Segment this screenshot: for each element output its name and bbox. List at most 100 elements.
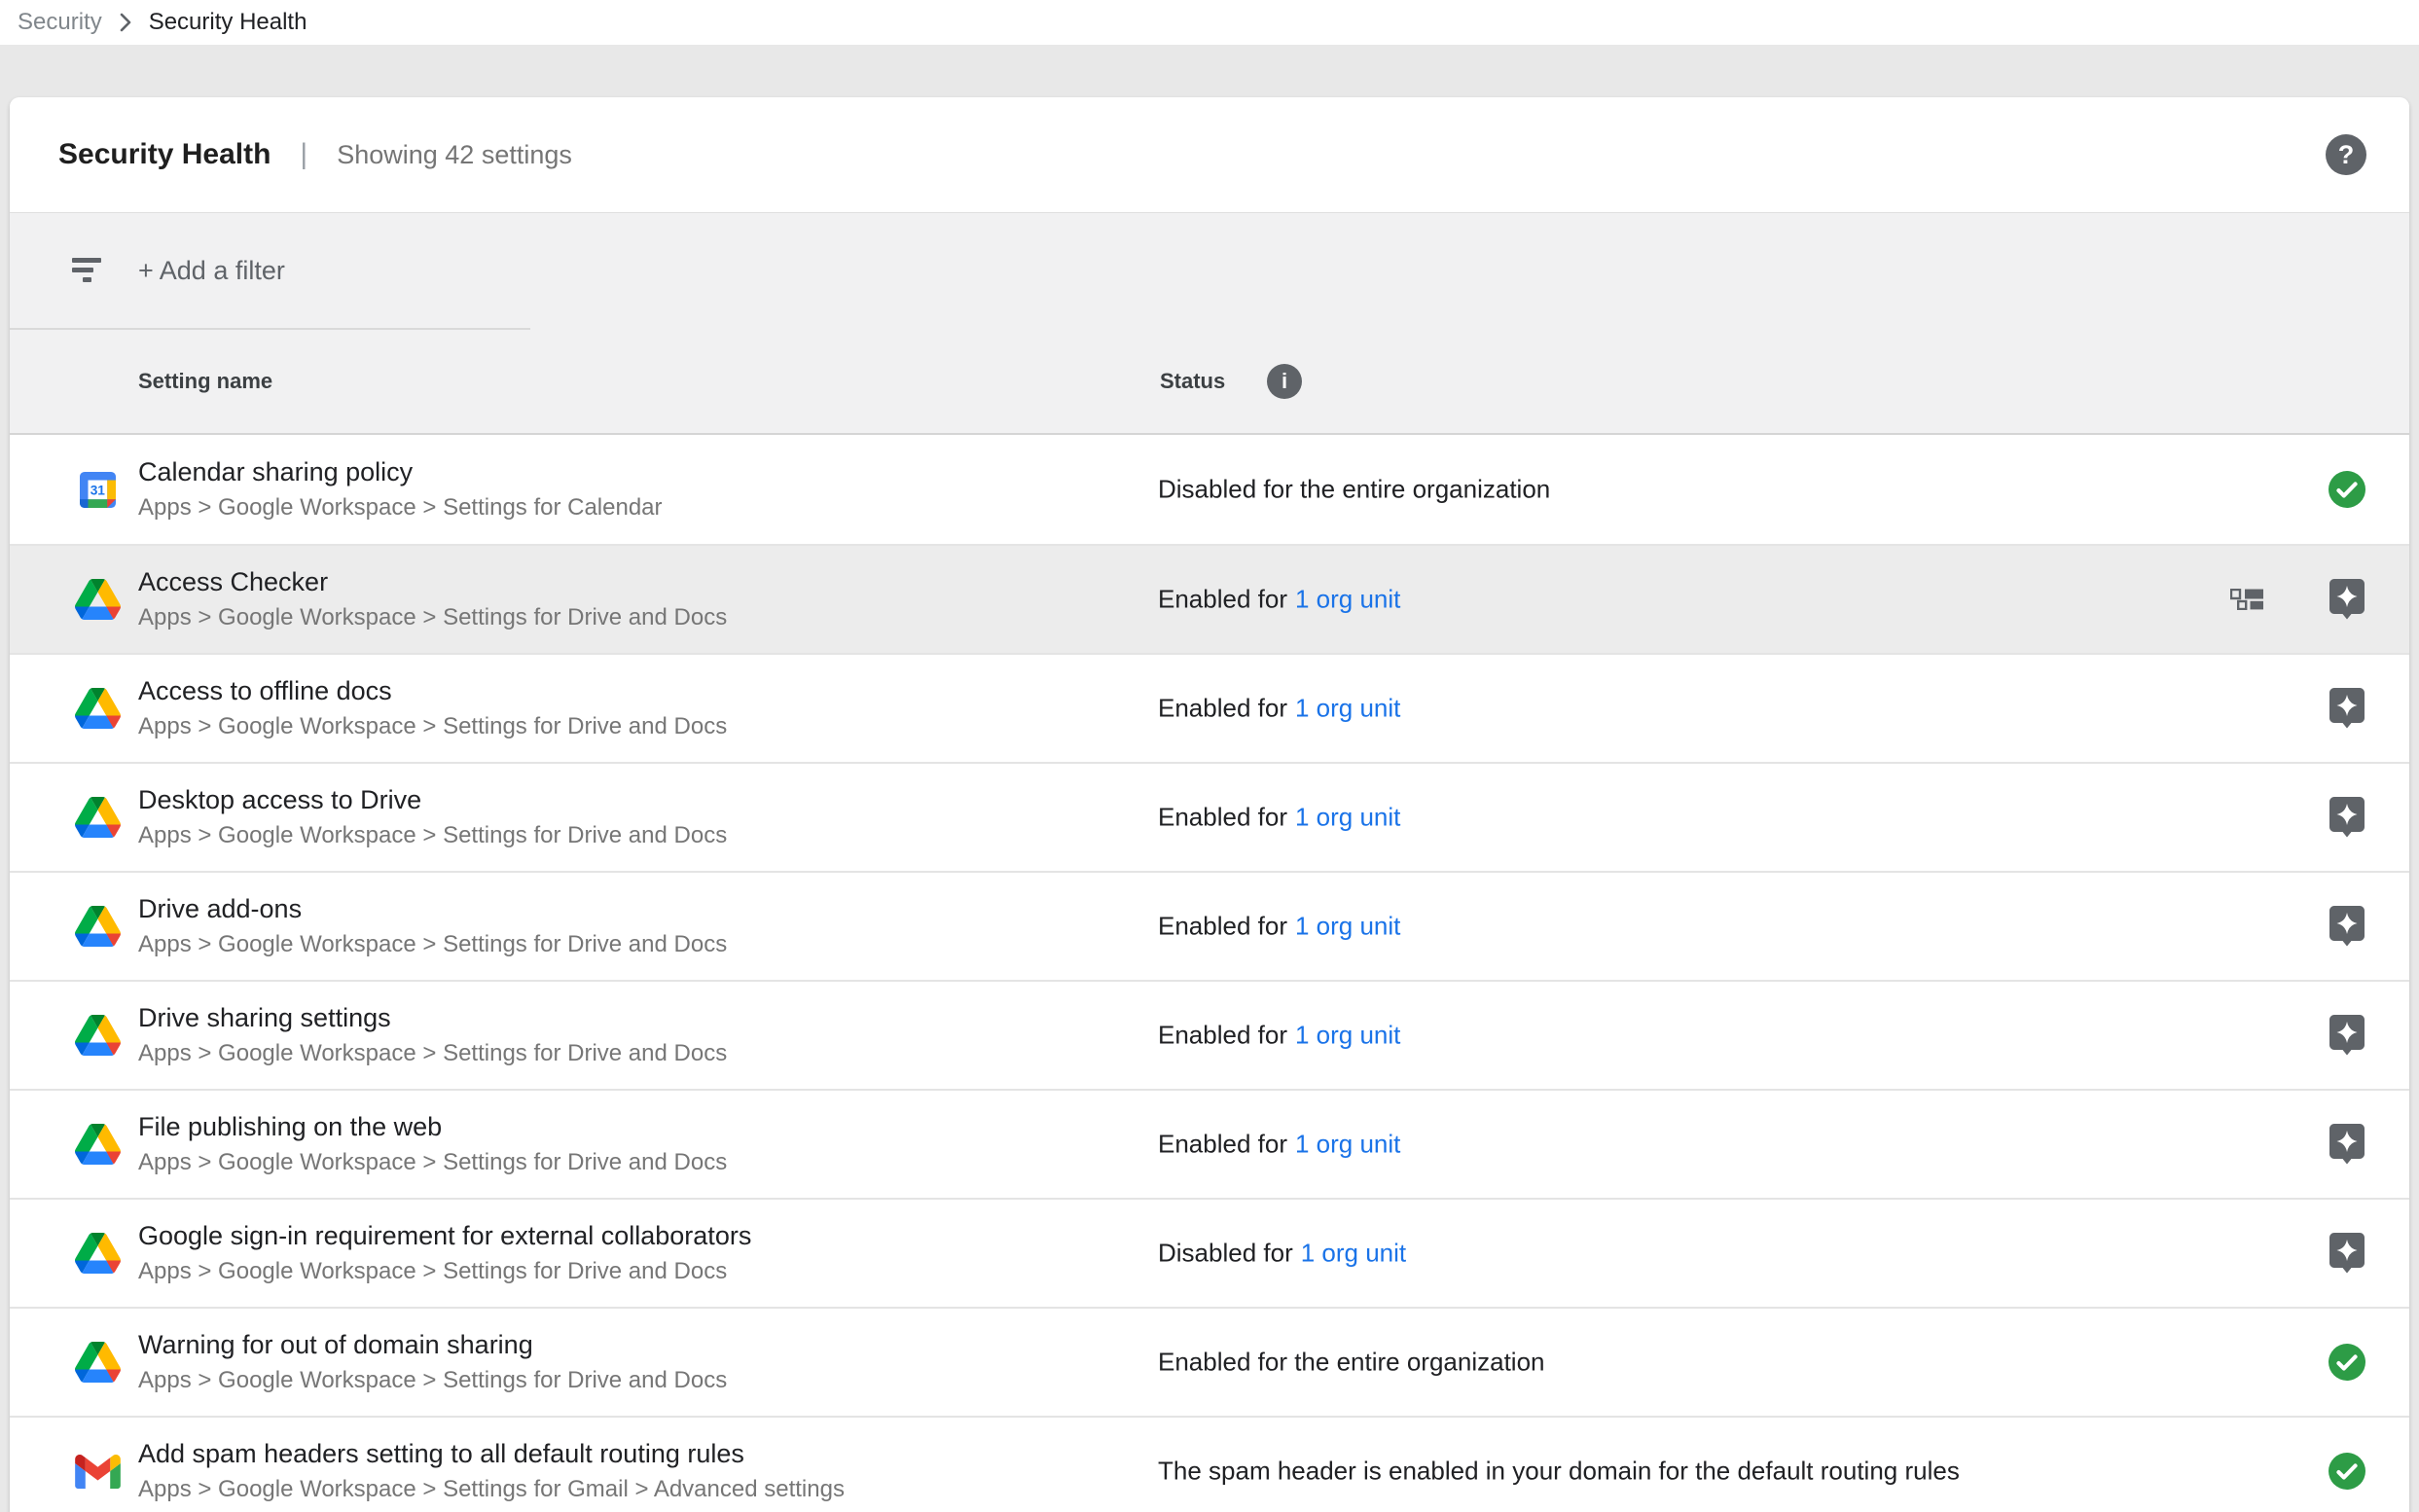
setting-text: Drive sharing settings Apps > Google Wor…: [138, 1003, 727, 1067]
filter-icon: [72, 258, 103, 283]
table-column-headers: Setting name Status i: [10, 328, 2409, 434]
setting-text: Drive add-ons Apps > Google Workspace > …: [138, 894, 727, 958]
table-row[interactable]: Google sign-in requirement for external …: [10, 1198, 2409, 1307]
recommendation-badge-icon[interactable]: [2328, 688, 2366, 729]
settings-count: Showing 42 settings: [337, 140, 572, 170]
status-text: Disabled for: [1158, 1239, 1293, 1268]
card-header: Security Health | Showing 42 settings ?: [10, 97, 2409, 212]
table-row[interactable]: Drive add-ons Apps > Google Workspace > …: [10, 871, 2409, 980]
setting-title: Access Checker: [138, 567, 727, 597]
setting-path: Apps > Google Workspace > Settings for C…: [138, 494, 663, 522]
setting-text: Add spam headers setting to all default …: [138, 1439, 845, 1503]
status-text: Enabled for: [1158, 912, 1287, 941]
setting-title: Add spam headers setting to all default …: [138, 1439, 845, 1469]
chevron-right-icon: [118, 10, 133, 35]
setting-title: Warning for out of domain sharing: [138, 1330, 727, 1360]
status-cell: Disabled for the entire organization: [1158, 475, 1550, 505]
add-filter-label: + Add a filter: [138, 256, 285, 286]
column-setting-name: Setting name: [138, 369, 272, 394]
google-drive-icon: [74, 1339, 121, 1386]
setting-text: Desktop access to Drive Apps > Google Wo…: [138, 785, 727, 849]
setting-path: Apps > Google Workspace > Settings for D…: [138, 604, 727, 631]
status-cell: Disabled for 1 org unit: [1158, 1239, 1406, 1269]
status-text: Enabled for: [1158, 803, 1287, 832]
org-unit-link[interactable]: 1 org unit: [1295, 803, 1400, 832]
info-icon[interactable]: i: [1267, 364, 1302, 399]
setting-path: Apps > Google Workspace > Settings for D…: [138, 713, 727, 740]
status-text: Enabled for: [1158, 1130, 1287, 1159]
table-row[interactable]: Access to offline docs Apps > Google Wor…: [10, 653, 2409, 762]
setting-title: Access to offline docs: [138, 676, 727, 706]
add-filter-bar[interactable]: + Add a filter: [10, 213, 2409, 328]
recommendation-badge-icon[interactable]: [2328, 1124, 2366, 1165]
setting-title: File publishing on the web: [138, 1112, 727, 1142]
setting-title: Drive add-ons: [138, 894, 727, 924]
google-drive-icon: [74, 685, 121, 732]
setting-title: Calendar sharing policy: [138, 457, 663, 487]
table-row[interactable]: Drive sharing settings Apps > Google Wor…: [10, 980, 2409, 1089]
org-unit-link[interactable]: 1 org unit: [1295, 1130, 1400, 1159]
status-cell: Enabled for 1 org unit: [1158, 1021, 1400, 1051]
setting-title: Desktop access to Drive: [138, 785, 727, 815]
table-row[interactable]: Access Checker Apps > Google Workspace >…: [10, 544, 2409, 653]
breadcrumb-current: Security Health: [149, 9, 307, 36]
title-separator: |: [300, 138, 307, 171]
setting-path: Apps > Google Workspace > Settings for D…: [138, 1367, 727, 1394]
google-drive-icon: [74, 1012, 121, 1059]
setting-path: Apps > Google Workspace > Settings for G…: [138, 1476, 845, 1503]
status-text: Disabled for the entire organization: [1158, 475, 1550, 504]
status-cell: Enabled for1 org unit: [1158, 694, 1400, 724]
org-unit-link[interactable]: 1 org unit: [1295, 585, 1400, 614]
org-unit-link[interactable]: 1 org unit: [1295, 694, 1400, 723]
page-title: Security Health: [58, 138, 271, 171]
google-drive-icon: [74, 903, 121, 950]
setting-path: Apps > Google Workspace > Settings for D…: [138, 822, 727, 849]
recommendation-badge-icon[interactable]: [2328, 1015, 2366, 1056]
green-check-icon: [2328, 1451, 2366, 1492]
google-calendar-icon: 31: [74, 466, 121, 513]
google-drive-icon: [74, 1230, 121, 1277]
org-units-icon: [2230, 589, 2263, 610]
recommendation-badge-icon[interactable]: [2328, 906, 2366, 947]
google-drive-icon: [74, 576, 121, 623]
setting-text: Access Checker Apps > Google Workspace >…: [138, 567, 727, 631]
svg-text:31: 31: [90, 483, 105, 497]
table-row[interactable]: Desktop access to Drive Apps > Google Wo…: [10, 762, 2409, 871]
status-text: The spam header is enabled in your domai…: [1158, 1457, 1960, 1486]
recommendation-badge-icon[interactable]: [2328, 797, 2366, 838]
org-unit-link[interactable]: 1 org unit: [1295, 1021, 1400, 1050]
status-cell: The spam header is enabled in your domai…: [1158, 1457, 1960, 1487]
org-unit-link[interactable]: 1 org unit: [1301, 1239, 1406, 1268]
status-text: Enabled for: [1158, 1021, 1287, 1050]
table-row[interactable]: Warning for out of domain sharing Apps >…: [10, 1307, 2409, 1416]
google-drive-icon: [74, 794, 121, 841]
google-drive-icon: [74, 1121, 121, 1168]
setting-path: Apps > Google Workspace > Settings for D…: [138, 1040, 727, 1067]
table-row[interactable]: File publishing on the web Apps > Google…: [10, 1089, 2409, 1198]
breadcrumb: Security Security Health: [0, 0, 2419, 45]
setting-text: File publishing on the web Apps > Google…: [138, 1112, 727, 1176]
setting-path: Apps > Google Workspace > Settings for D…: [138, 931, 727, 958]
breadcrumb-parent-link[interactable]: Security: [18, 9, 102, 36]
table-row[interactable]: Add spam headers setting to all default …: [10, 1416, 2409, 1512]
help-icon[interactable]: ?: [2326, 134, 2366, 175]
status-text: Enabled for the entire organization: [1158, 1348, 1545, 1377]
table-row[interactable]: 31 Calendar sharing policy Apps > Google…: [10, 435, 2409, 544]
setting-title: Drive sharing settings: [138, 1003, 727, 1033]
status-cell: Enabled for 1 org unit: [1158, 803, 1400, 833]
setting-text: Warning for out of domain sharing Apps >…: [138, 1330, 727, 1394]
green-check-icon: [2328, 1342, 2366, 1383]
gmail-icon: [74, 1448, 121, 1494]
column-status: Status: [1160, 369, 1225, 394]
recommendation-badge-icon[interactable]: [2328, 1233, 2366, 1274]
settings-table-body: 31 Calendar sharing policy Apps > Google…: [10, 435, 2409, 1512]
status-cell: Enabled for the entire organization: [1158, 1348, 1545, 1378]
recommendation-badge-icon[interactable]: [2328, 579, 2366, 620]
setting-text: Access to offline docs Apps > Google Wor…: [138, 676, 727, 740]
org-unit-link[interactable]: 1 org unit: [1295, 912, 1400, 941]
setting-path: Apps > Google Workspace > Settings for D…: [138, 1258, 751, 1285]
status-text: Enabled for: [1158, 585, 1287, 614]
setting-path: Apps > Google Workspace > Settings for D…: [138, 1149, 727, 1176]
status-cell: Enabled for 1 org unit: [1158, 912, 1400, 942]
status-cell: Enabled for 1 org unit: [1158, 1130, 1400, 1160]
